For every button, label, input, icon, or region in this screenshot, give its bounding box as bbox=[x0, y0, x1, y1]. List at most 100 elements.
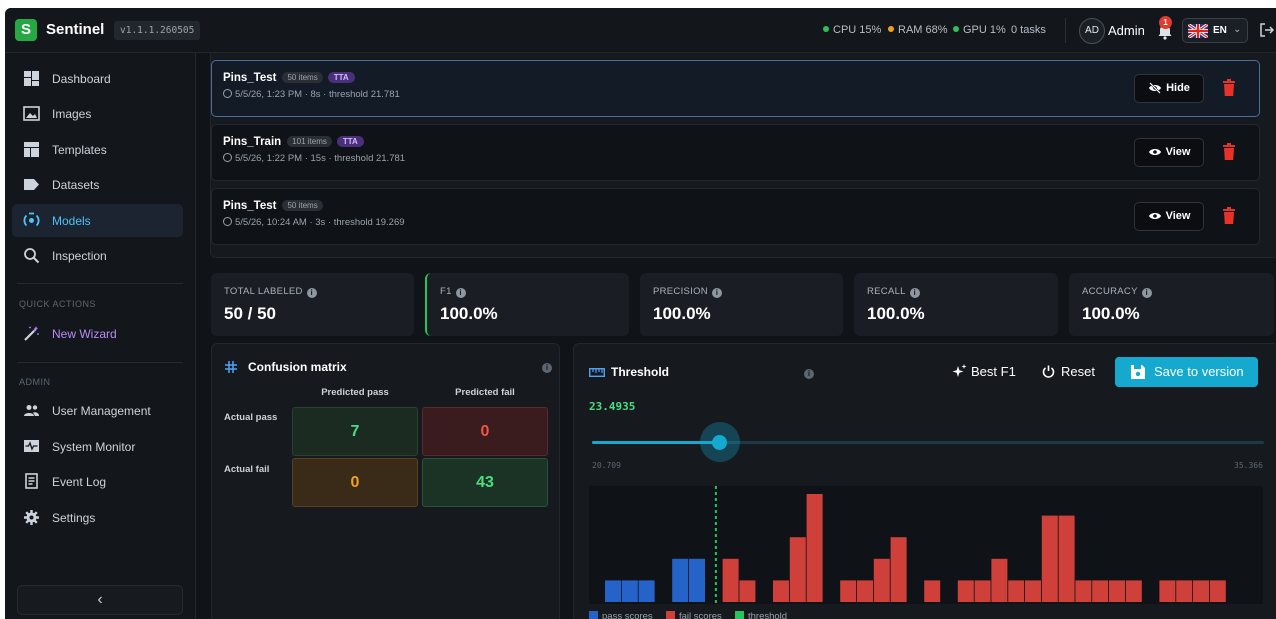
fail-score-bar bbox=[1159, 580, 1176, 602]
save-to-version-button[interactable]: Save to version bbox=[1115, 357, 1258, 387]
pass-swatch bbox=[589, 611, 598, 619]
sidebar-item-system-monitor[interactable]: System Monitor bbox=[12, 430, 183, 463]
trash-icon[interactable] bbox=[1223, 79, 1235, 96]
reset-button[interactable]: Reset bbox=[1042, 364, 1095, 379]
column-header: Predicted pass bbox=[321, 387, 389, 398]
row-header: Actual fail bbox=[224, 464, 270, 475]
view-button[interactable]: View bbox=[1134, 138, 1204, 167]
clock-icon bbox=[223, 153, 232, 162]
sidebar-item-templates[interactable]: Templates bbox=[12, 133, 183, 166]
grid-icon bbox=[225, 361, 237, 373]
sidebar-item-datasets[interactable]: Datasets bbox=[12, 168, 183, 201]
info-icon[interactable]: i bbox=[909, 288, 920, 298]
metric-value: 50 / 50 bbox=[224, 304, 276, 323]
fail-score-bar bbox=[739, 580, 756, 602]
run-count-badge: 50 items bbox=[282, 72, 323, 83]
eye-icon bbox=[1148, 149, 1161, 155]
user-name[interactable]: Admin bbox=[1108, 23, 1145, 38]
false-fail-cell: 0 bbox=[422, 407, 548, 456]
trash-icon[interactable] bbox=[1223, 143, 1235, 160]
confusion-matrix-panel: Confusion matrix i Predicted pass Predic… bbox=[211, 343, 560, 619]
fail-score-bar bbox=[1008, 580, 1025, 602]
collapse-sidebar-button[interactable]: ‹ bbox=[17, 585, 183, 615]
app-name: Sentinel bbox=[46, 21, 105, 38]
info-icon[interactable]: i bbox=[306, 288, 317, 298]
fail-score-bar bbox=[773, 580, 789, 602]
sidebar-item-images[interactable]: Images bbox=[12, 97, 183, 130]
templates-icon bbox=[24, 142, 39, 157]
true-fail-cell: 43 bbox=[422, 458, 548, 507]
fail-score-bar bbox=[722, 558, 739, 602]
gpu-status-label: GPU 1% bbox=[963, 24, 1006, 36]
fail-score-bar bbox=[789, 537, 806, 602]
fail-score-bar bbox=[873, 558, 890, 602]
image-icon bbox=[23, 106, 40, 121]
logout-icon[interactable] bbox=[1258, 21, 1276, 39]
metric-value: 100.0% bbox=[1082, 304, 1140, 323]
magic-wand-icon bbox=[24, 326, 39, 341]
sidebar-item-settings[interactable]: Settings bbox=[12, 501, 183, 534]
sidebar-item-event-log[interactable]: Event Log bbox=[12, 465, 183, 498]
metric-value: 100.0% bbox=[440, 304, 498, 323]
trash-icon[interactable] bbox=[1223, 207, 1235, 224]
fail-score-bar bbox=[1058, 515, 1075, 602]
language-select[interactable]: EN ⌄ bbox=[1182, 18, 1248, 43]
run-count-badge: 101 items bbox=[287, 136, 332, 147]
legend-label: pass scores bbox=[602, 611, 653, 619]
sidebar-item-models[interactable]: Models bbox=[12, 204, 183, 237]
fail-score-bar bbox=[991, 558, 1008, 602]
app-window: S Sentinel v1.1.1.260505 CPU 15% RAM 68%… bbox=[5, 8, 1276, 619]
eye-icon bbox=[1148, 213, 1161, 219]
threshold-slider[interactable] bbox=[592, 422, 1264, 462]
cpu-dot-icon bbox=[823, 26, 829, 32]
threshold-panel: Threshold i Best F1 Reset Save to versio… bbox=[573, 343, 1276, 619]
top-bar: S Sentinel v1.1.1.260505 CPU 15% RAM 68%… bbox=[5, 8, 1276, 53]
info-icon[interactable]: i bbox=[1141, 288, 1152, 298]
sidebar-item-inspection[interactable]: Inspection bbox=[12, 239, 183, 272]
run-row[interactable]: Pins_Train 101 items TTA 5/5/26, 1:22 PM ·… bbox=[211, 124, 1260, 181]
confusion-matrix-title: Confusion matrix bbox=[248, 360, 347, 374]
reset-label: Reset bbox=[1061, 364, 1095, 379]
info-icon[interactable]: i bbox=[804, 369, 814, 379]
metric-accuracy: ACCURACY i 100.0% bbox=[1069, 273, 1274, 336]
metric-label-text: ACCURACY bbox=[1082, 286, 1138, 297]
metric-recall: RECALL i 100.0% bbox=[854, 273, 1058, 336]
score-histogram bbox=[589, 486, 1263, 604]
sidebar-item-label: Dashboard bbox=[52, 72, 111, 86]
run-title: Pins_Test 50 items bbox=[223, 200, 323, 212]
sidebar-item-dashboard[interactable]: Dashboard bbox=[12, 62, 183, 95]
run-row[interactable]: Pins_Test 50 items TTA 5/5/26, 1:23 PM · 8… bbox=[211, 60, 1260, 117]
monitor-icon bbox=[24, 440, 39, 452]
run-meta-text: 5/5/26, 1:22 PM · 15s · threshold 21.781 bbox=[235, 153, 406, 164]
quick-actions-heading: QUICK ACTIONS bbox=[19, 299, 97, 309]
view-button[interactable]: View bbox=[1134, 202, 1204, 231]
run-meta: 5/5/26, 1:23 PM · 8s · threshold 21.781 bbox=[223, 89, 400, 100]
hide-button[interactable]: Hide bbox=[1134, 74, 1204, 103]
gear-icon bbox=[24, 510, 39, 525]
run-row[interactable]: Pins_Test 50 items 5/5/26, 10:24 AM · 3s … bbox=[211, 188, 1260, 245]
sidebar: Dashboard Images Templates Datasets Mode… bbox=[5, 53, 196, 619]
new-wizard-button[interactable]: New Wizard bbox=[12, 317, 183, 350]
fail-score-bar bbox=[1109, 580, 1125, 602]
info-icon[interactable]: i bbox=[542, 363, 552, 373]
info-icon[interactable]: i bbox=[455, 288, 466, 298]
ram-status: RAM 68% bbox=[888, 24, 948, 36]
new-wizard-label: New Wizard bbox=[52, 327, 117, 341]
ram-status-label: RAM 68% bbox=[898, 24, 948, 36]
fail-score-bar bbox=[957, 580, 974, 602]
save-icon bbox=[1131, 365, 1145, 379]
info-icon[interactable]: i bbox=[711, 288, 722, 298]
run-name: Pins_Test bbox=[223, 72, 277, 84]
best-f1-label: Best F1 bbox=[971, 364, 1016, 379]
legend-threshold: threshold bbox=[735, 611, 787, 619]
users-icon bbox=[24, 405, 39, 416]
false-pass-cell: 0 bbox=[292, 458, 418, 507]
sidebar-item-label: Templates bbox=[52, 143, 107, 157]
avatar[interactable]: AD bbox=[1079, 18, 1105, 44]
fail-score-bar bbox=[1209, 580, 1226, 602]
fail-score-bar bbox=[1075, 580, 1092, 602]
best-f1-button[interactable]: Best F1 bbox=[952, 364, 1016, 379]
sidebar-item-user-management[interactable]: User Management bbox=[12, 394, 183, 427]
fail-score-bar bbox=[1092, 580, 1109, 602]
run-title: Pins_Train 101 items TTA bbox=[223, 136, 364, 148]
